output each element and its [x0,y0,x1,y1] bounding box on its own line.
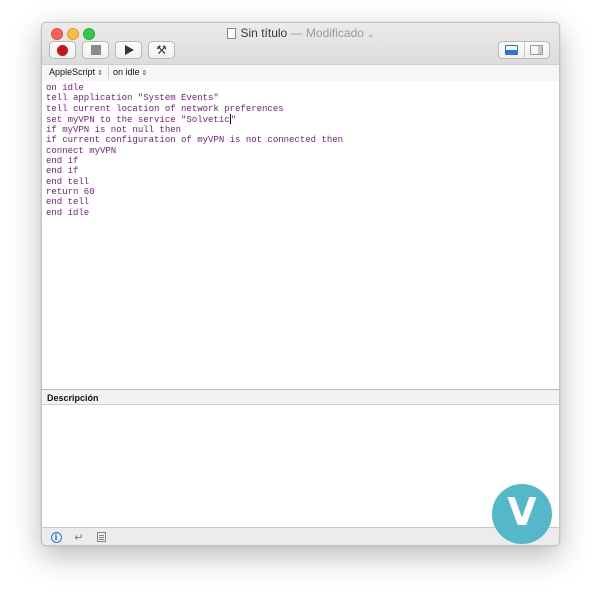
handler-selector[interactable]: on idle ⇕ [108,66,149,79]
code-line[interactable]: if current configuration of myVPN is not… [46,135,559,145]
info-icon: i [50,531,62,543]
result-tab[interactable]: ↵ [68,529,90,545]
show-side-pane-button[interactable] [523,42,550,58]
show-side-pane-icon [530,45,544,55]
play-icon [125,45,134,55]
stop-button[interactable] [82,41,109,59]
navigation-bar: AppleScript ⇕ on idle ⇕ [42,64,559,81]
bottom-toolbar: i ↵ [42,527,559,545]
document-icon [226,28,236,39]
list-icon [96,532,106,542]
code-line[interactable]: end if [46,166,559,176]
code-line[interactable]: tell application "System Events" [46,93,559,103]
record-icon [57,44,68,56]
window-title[interactable]: Sin título — Modificado ⌄ [42,26,559,40]
description-tab[interactable]: i [42,529,64,545]
chevron-down-icon[interactable]: ⌄ [367,29,375,39]
show-bottom-pane-button[interactable] [499,42,524,58]
description-field[interactable] [42,405,559,527]
code-line[interactable]: connect myVPN [46,146,559,156]
reply-icon: ↵ [74,531,84,544]
stop-icon [90,45,101,55]
logo-letter: V [507,490,537,534]
document-name: Sin título [240,26,288,40]
code-line[interactable]: set myVPN to the service "Solvetic" [46,113,559,125]
up-down-arrows-icon: ⇕ [97,70,103,77]
script-editor[interactable]: on idle tell application "System Events" t… [42,81,559,389]
compile-button[interactable]: ⚒ [148,41,175,59]
up-down-arrows-icon: ⇕ [141,70,148,77]
code-line[interactable]: end tell [46,197,559,207]
show-bottom-pane-icon [504,45,518,55]
modified-status: Modificado [305,26,364,40]
language-selector[interactable]: AppleScript ⇕ [47,66,105,79]
hammer-icon: ⚒ [156,43,167,57]
code-line[interactable]: end idle [46,208,559,218]
language-label: AppleScript [49,67,96,77]
script-editor-window: Sin título — Modificado ⌄ ⚒ AppleScript … [41,22,560,546]
record-button[interactable] [49,41,76,59]
log-tab[interactable] [90,529,112,545]
script-code[interactable]: on idle tell application "System Events" t… [42,81,559,218]
run-button[interactable] [115,41,142,59]
view-toggle [498,41,550,59]
code-line[interactable]: return 60 [46,187,559,197]
code-line[interactable]: on idle [46,83,559,93]
code-line[interactable]: if myVPN is not null then [46,125,559,135]
code-line[interactable]: end tell [46,177,559,187]
code-line[interactable]: tell current location of network prefere… [46,104,559,114]
text-caret [229,113,231,124]
title-bar[interactable]: Sin título — Modificado ⌄ ⚒ AppleScript … [42,23,559,82]
description-header: Descripción [42,389,559,405]
code-line[interactable]: end if [46,156,559,166]
title-separator: — [290,26,303,40]
site-logo: V [492,484,552,544]
handler-label: on idle [113,67,140,77]
